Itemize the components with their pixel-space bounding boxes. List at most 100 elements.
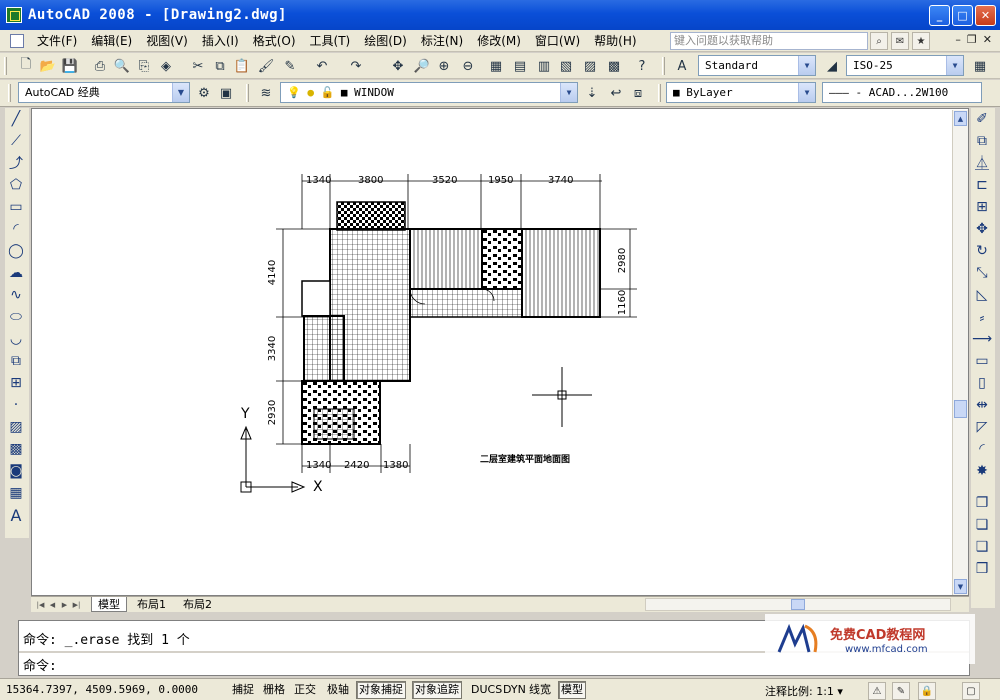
otrack-toggle[interactable]: 对象追踪 <box>412 681 462 699</box>
toolbar-grip[interactable] <box>246 84 249 102</box>
chevron-down-icon[interactable]: ▼ <box>798 56 815 75</box>
annotation-visibility-icon[interactable]: ⚠ <box>868 682 886 700</box>
cut-icon[interactable]: ✂ <box>188 56 208 76</box>
copy-object-icon[interactable]: ⧉ <box>971 130 993 152</box>
polygon-icon[interactable]: ⬠ <box>5 174 27 196</box>
new-file-icon[interactable]: 🗋 <box>16 56 36 76</box>
ellipse-arc-icon[interactable]: ◡ <box>5 328 27 350</box>
multiline-text-icon[interactable]: A <box>5 504 27 526</box>
model-space-toggle[interactable]: 模型 <box>558 681 586 699</box>
ortho-toggle[interactable]: 正交 <box>291 681 319 699</box>
point-icon[interactable]: · <box>5 394 27 416</box>
calculator-icon[interactable]: ▩ <box>604 56 624 76</box>
match-properties-icon[interactable]: 🖌 <box>256 56 276 76</box>
color-select[interactable]: ■ ByLayer ▼ <box>666 82 816 103</box>
ellipse-icon[interactable]: ⬭ <box>5 306 27 328</box>
tab-layout1[interactable]: 布局1 <box>131 597 172 612</box>
dyn-toggle[interactable]: DYN <box>500 681 529 699</box>
menu-tools[interactable]: 工具(T) <box>303 32 358 49</box>
zoom-window-icon[interactable]: ⊕ <box>434 56 454 76</box>
make-current-layer-icon[interactable]: ⇣ <box>582 83 602 103</box>
annotation-scale[interactable]: 注释比例: 1:1 ▾ <box>765 683 843 699</box>
help-icon[interactable]: ? <box>632 56 652 76</box>
arc-icon[interactable]: ◜ <box>5 218 27 240</box>
layer-previous-icon[interactable]: ↩ <box>606 83 626 103</box>
horizontal-scrollbar[interactable] <box>645 598 951 611</box>
toolbar-grip[interactable] <box>8 84 11 102</box>
block-editor-icon[interactable]: ✎ <box>280 56 300 76</box>
my-workspace-icon[interactable]: ▣ <box>216 83 236 103</box>
scroll-down-icon[interactable]: ▼ <box>954 579 967 594</box>
3d-dwf-icon[interactable]: ◈ <box>156 56 176 76</box>
autocad-app-icon[interactable] <box>6 7 22 23</box>
menu-help[interactable]: 帮助(H) <box>587 32 643 49</box>
menu-format[interactable]: 格式(O) <box>246 32 303 49</box>
layer-states-icon[interactable]: ⧈ <box>628 83 648 103</box>
plot-preview-icon[interactable]: 🔍 <box>112 56 132 76</box>
snap-toggle[interactable]: 捕捉 <box>229 681 257 699</box>
toolbar-grip[interactable] <box>4 57 7 75</box>
make-block-icon[interactable]: ⊞ <box>5 372 27 394</box>
clean-screen-icon[interactable]: ▢ <box>962 682 980 700</box>
copy-icon[interactable]: ⧉ <box>210 56 230 76</box>
zoom-realtime-icon[interactable]: 🔎 <box>412 56 432 76</box>
rotate-icon[interactable]: ↻ <box>971 240 993 262</box>
help-search-input[interactable]: 键入问题以获取帮助 <box>670 32 868 50</box>
dim-style-select[interactable]: ISO-25 ▼ <box>846 55 964 76</box>
chamfer-icon[interactable]: ◸ <box>971 416 993 438</box>
horizontal-scroll-thumb[interactable] <box>791 599 805 610</box>
toolbar-grip[interactable] <box>658 84 661 102</box>
doc-close-button[interactable]: ✕ <box>983 33 992 46</box>
tab-model[interactable]: 模型 <box>91 597 127 612</box>
chevron-down-icon[interactable]: ▼ <box>172 83 189 102</box>
close-button[interactable]: ✕ <box>975 5 996 26</box>
open-file-icon[interactable]: 📂 <box>38 56 58 76</box>
save-icon[interactable]: 💾 <box>60 56 80 76</box>
menu-dimension[interactable]: 标注(N) <box>414 32 470 49</box>
cursor-coordinates[interactable]: 15364.7397, 4509.5969, 0.0000 <box>6 683 198 696</box>
favorites-star-icon[interactable]: ★ <box>912 32 930 50</box>
insert-block-icon[interactable]: ⧉ <box>5 350 27 372</box>
spline-icon[interactable]: ∿ <box>5 284 27 306</box>
scale-icon[interactable]: ⤡ <box>971 262 993 284</box>
chevron-down-icon[interactable]: ▾ <box>837 685 843 698</box>
table-style-icon[interactable]: ▦ <box>970 56 990 76</box>
text-style-icon[interactable]: A <box>672 56 692 76</box>
break-at-point-icon[interactable]: ▭ <box>971 350 993 372</box>
draw-order-front-icon[interactable]: ❐ <box>971 492 993 514</box>
array-icon[interactable]: ⊞ <box>971 196 993 218</box>
layer-manager-icon[interactable]: ≋ <box>256 83 276 103</box>
paste-icon[interactable]: 📋 <box>232 56 252 76</box>
maximize-button[interactable]: □ <box>952 5 973 26</box>
workspace-settings-icon[interactable]: ⚙ <box>194 83 214 103</box>
first-tab-icon[interactable]: |◀ <box>35 599 46 610</box>
trim-icon[interactable]: ⸗ <box>971 306 993 328</box>
table-icon[interactable]: ▦ <box>5 482 27 504</box>
workspace-select[interactable]: AutoCAD 经典 ▼ <box>18 82 190 103</box>
erase-icon[interactable]: ✐ <box>971 108 993 130</box>
polyline-icon[interactable]: ⤴ <box>5 152 27 174</box>
publish-icon[interactable]: ⎘ <box>134 56 154 76</box>
pan-icon[interactable]: ✥ <box>388 56 408 76</box>
undo-icon[interactable]: ↶ <box>312 56 332 76</box>
minimize-button[interactable]: _ <box>929 5 950 26</box>
last-tab-icon[interactable]: ▶| <box>71 599 82 610</box>
break-icon[interactable]: ▯ <box>971 372 993 394</box>
draw-order-back-icon[interactable]: ❏ <box>971 514 993 536</box>
tab-layout2[interactable]: 布局2 <box>177 597 218 612</box>
circle-icon[interactable]: ◯ <box>5 240 27 262</box>
osnap-toggle[interactable]: 对象捕捉 <box>356 681 406 699</box>
scroll-up-icon[interactable]: ▲ <box>954 111 967 126</box>
menu-draw[interactable]: 绘图(D) <box>357 32 414 49</box>
doc-restore-button[interactable]: ❐ <box>967 33 977 46</box>
next-tab-icon[interactable]: ▶ <box>59 599 70 610</box>
redo-icon[interactable]: ↷ <box>346 56 366 76</box>
text-style-select[interactable]: Standard ▼ <box>698 55 816 76</box>
auto-scale-icon[interactable]: ✎ <box>892 682 910 700</box>
menu-modify[interactable]: 修改(M) <box>470 32 528 49</box>
menu-window[interactable]: 窗口(W) <box>528 32 587 49</box>
lineweight-toggle[interactable]: 线宽 <box>526 681 554 699</box>
markup-icon[interactable]: ▨ <box>580 56 600 76</box>
command-prompt[interactable]: 命令: <box>23 655 57 674</box>
extend-icon[interactable]: ⟶ <box>971 328 993 350</box>
